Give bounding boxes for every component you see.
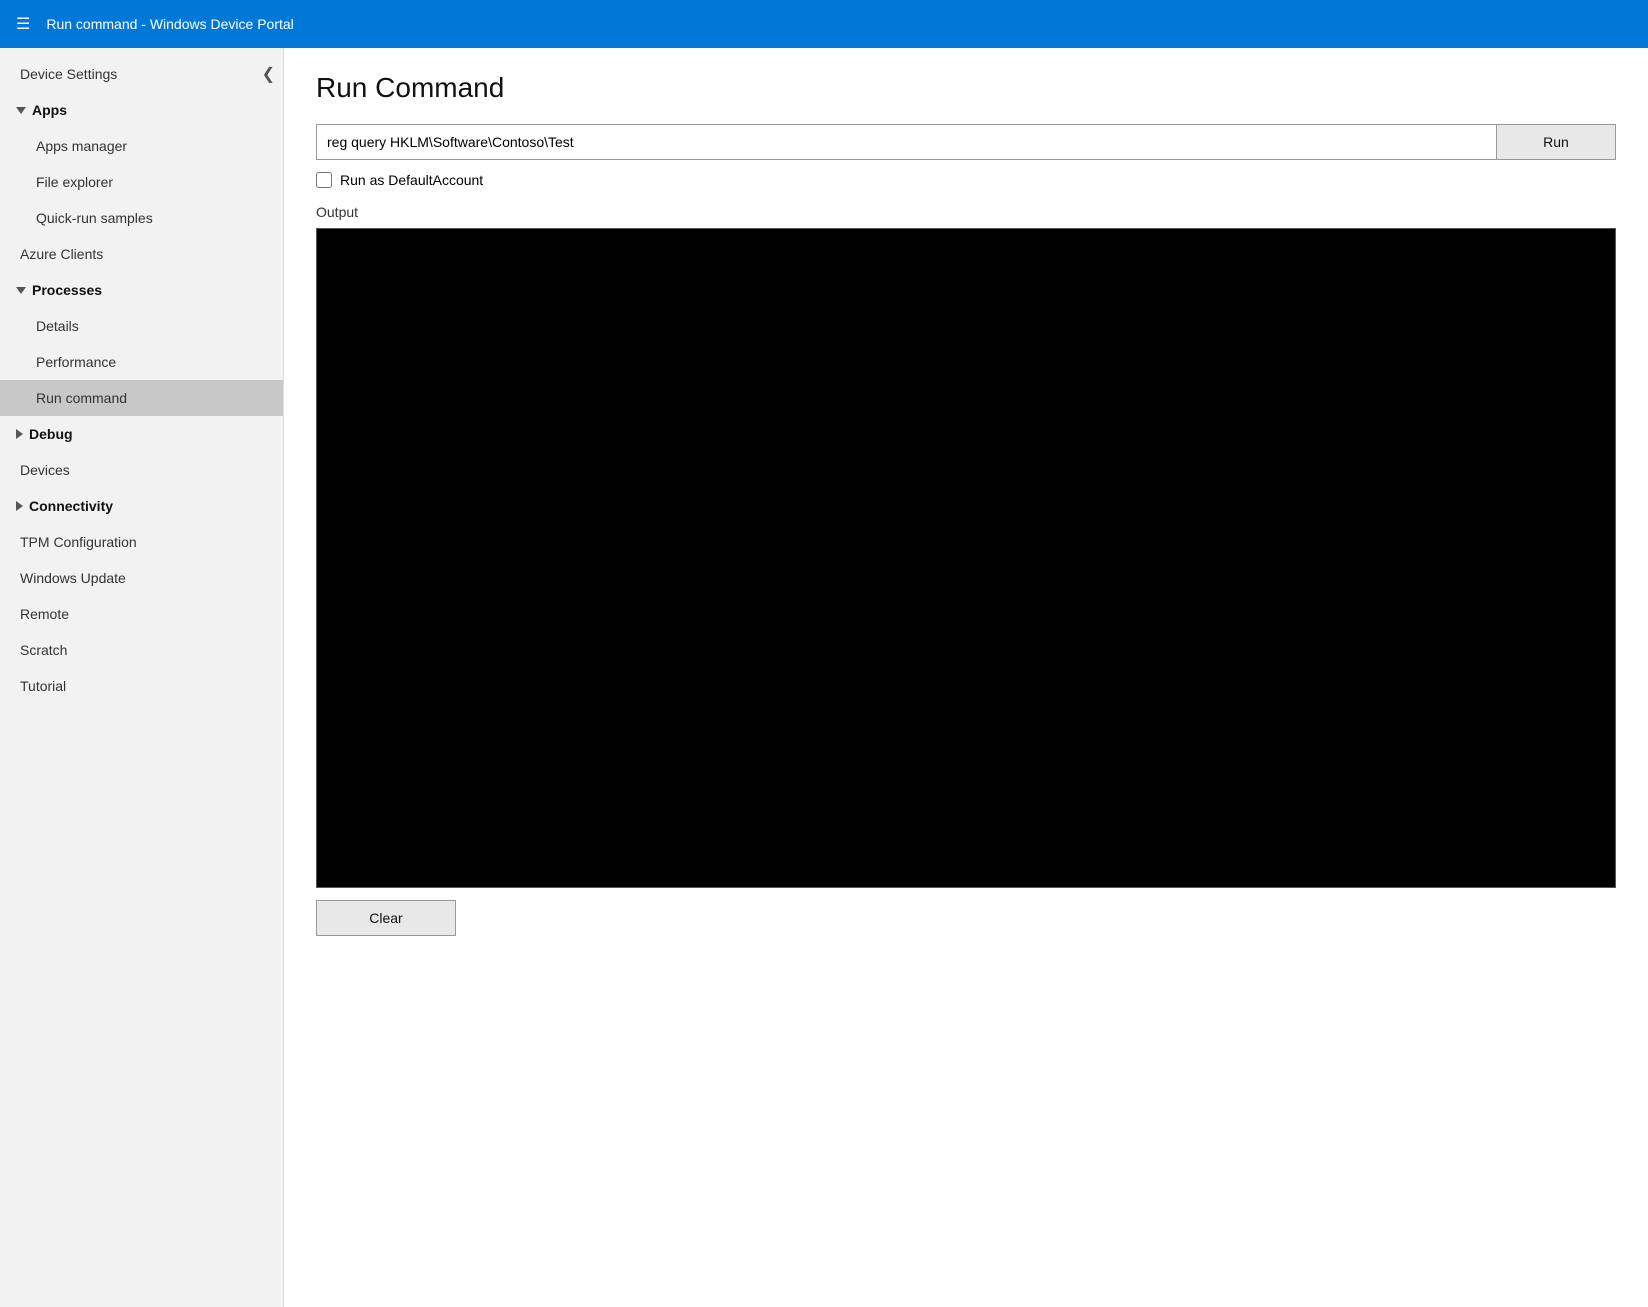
sidebar-item-label: Details [36, 318, 79, 334]
sidebar-item-windows-update[interactable]: Windows Update [0, 560, 283, 596]
sidebar-item-label: Devices [20, 462, 70, 478]
sidebar-item-devices[interactable]: Devices [0, 452, 283, 488]
command-row: Run [316, 124, 1616, 160]
output-area [316, 228, 1616, 888]
hamburger-icon[interactable]: ☰ [16, 14, 30, 34]
sidebar-item-performance[interactable]: Performance [0, 344, 283, 380]
clear-button[interactable]: Clear [316, 900, 456, 936]
triangle-down-icon [16, 107, 26, 114]
sidebar-item-run-command[interactable]: Run command [0, 380, 283, 416]
sidebar-item-azure-clients[interactable]: Azure Clients [0, 236, 283, 272]
checkbox-row: Run as DefaultAccount [316, 172, 1616, 188]
sidebar-item-remote[interactable]: Remote [0, 596, 283, 632]
titlebar: ☰ Run command - Windows Device Portal [0, 0, 1648, 48]
titlebar-title: Run command - Windows Device Portal [46, 16, 293, 32]
sidebar-item-label: Scratch [20, 642, 67, 658]
sidebar: ❮ Device Settings Apps Apps manager File… [0, 48, 284, 1307]
sidebar-item-label: Device Settings [20, 66, 117, 82]
sidebar-item-processes[interactable]: Processes [0, 272, 283, 308]
triangle-down-icon [16, 287, 26, 294]
sidebar-item-tpm-configuration[interactable]: TPM Configuration [0, 524, 283, 560]
sidebar-item-scratch[interactable]: Scratch [0, 632, 283, 668]
app-body: ❮ Device Settings Apps Apps manager File… [0, 48, 1648, 1307]
sidebar-item-label: Run command [36, 390, 127, 406]
sidebar-item-apps-manager[interactable]: Apps manager [0, 128, 283, 164]
sidebar-item-debug[interactable]: Debug [0, 416, 283, 452]
sidebar-item-file-explorer[interactable]: File explorer [0, 164, 283, 200]
sidebar-item-details[interactable]: Details [0, 308, 283, 344]
sidebar-item-label: Quick-run samples [36, 210, 153, 226]
sidebar-item-label: TPM Configuration [20, 534, 137, 550]
sidebar-item-label: Azure Clients [20, 246, 103, 262]
sidebar-item-label: Remote [20, 606, 69, 622]
sidebar-item-label: Apps manager [36, 138, 127, 154]
sidebar-item-apps[interactable]: Apps [0, 92, 283, 128]
sidebar-item-quick-run-samples[interactable]: Quick-run samples [0, 200, 283, 236]
page-title: Run Command [316, 72, 1616, 104]
sidebar-collapse-button[interactable]: ❮ [254, 60, 283, 88]
sidebar-item-label: Debug [29, 426, 73, 442]
sidebar-item-label: Apps [32, 102, 67, 118]
sidebar-item-device-settings[interactable]: Device Settings [0, 48, 283, 92]
run-as-default-account-checkbox[interactable] [316, 172, 332, 188]
sidebar-item-label: Connectivity [29, 498, 113, 514]
command-input[interactable] [316, 124, 1496, 160]
triangle-right-icon [16, 429, 23, 439]
triangle-right-icon [16, 501, 23, 511]
sidebar-item-tutorial[interactable]: Tutorial [0, 668, 283, 704]
checkbox-label: Run as DefaultAccount [340, 172, 483, 188]
sidebar-item-label: Performance [36, 354, 116, 370]
sidebar-item-connectivity[interactable]: Connectivity [0, 488, 283, 524]
sidebar-item-label: File explorer [36, 174, 113, 190]
sidebar-item-label: Tutorial [20, 678, 66, 694]
output-label: Output [316, 204, 1616, 220]
main-content: Run Command Run Run as DefaultAccount Ou… [284, 48, 1648, 1307]
sidebar-item-label: Processes [32, 282, 102, 298]
run-button[interactable]: Run [1496, 124, 1616, 160]
sidebar-item-label: Windows Update [20, 570, 126, 586]
